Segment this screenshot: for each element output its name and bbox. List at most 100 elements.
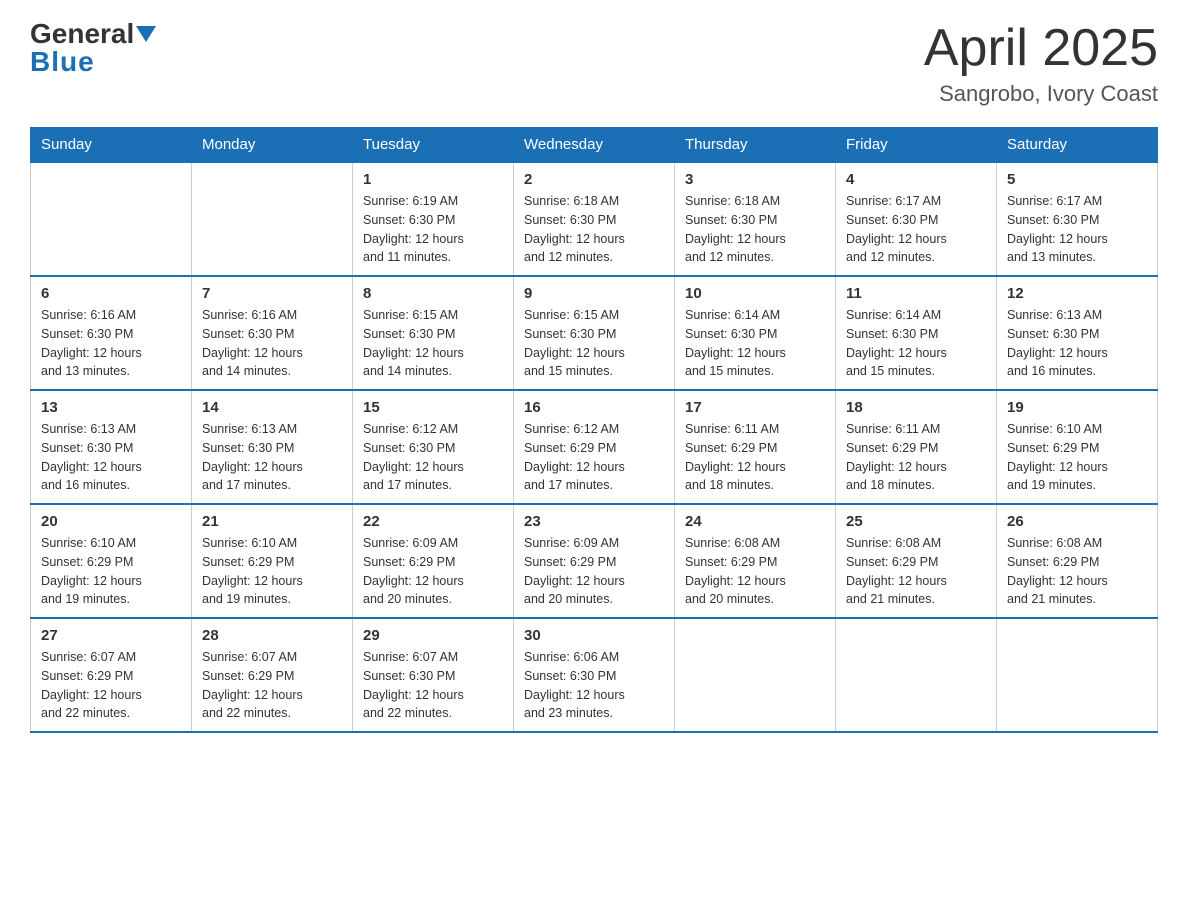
calendar-week-3: 13 Sunrise: 6:13 AM Sunset: 6:30 PM Dayli… — [31, 390, 1158, 504]
day-number: 23 — [524, 513, 664, 530]
day-number: 11 — [846, 285, 986, 302]
month-title: April 2025 — [924, 20, 1158, 77]
column-header-saturday: Saturday — [997, 128, 1158, 163]
day-info: Sunrise: 6:16 AM Sunset: 6:30 PM Dayligh… — [41, 306, 181, 381]
calendar-header: SundayMondayTuesdayWednesdayThursdayFrid… — [31, 128, 1158, 163]
calendar-cell: 8Sunrise: 6:15 AM Sunset: 6:30 PM Daylig… — [353, 276, 514, 390]
day-info: Sunrise: 6:07 AM Sunset: 6:29 PM Dayligh… — [41, 648, 181, 723]
day-info: Sunrise: 6:10 AM Sunset: 6:29 PM Dayligh… — [41, 534, 181, 609]
day-number: 27 — [41, 627, 181, 644]
day-info: Sunrise: 6:13 AM Sunset: 6:30 PM Dayligh… — [202, 420, 342, 495]
day-info: Sunrise: 6:17 AM Sunset: 6:30 PM Dayligh… — [1007, 192, 1147, 267]
day-number: 19 — [1007, 399, 1147, 416]
calendar-table: SundayMondayTuesdayWednesdayThursdayFrid… — [30, 127, 1158, 733]
day-info: Sunrise: 6:06 AM Sunset: 6:30 PM Dayligh… — [524, 648, 664, 723]
calendar-cell: 18Sunrise: 6:11 AM Sunset: 6:29 PM Dayli… — [836, 390, 997, 504]
calendar-cell: 20 Sunrise: 6:10 AM Sunset: 6:29 PM Dayli… — [31, 504, 192, 618]
day-info: Sunrise: 6:10 AM Sunset: 6:29 PM Dayligh… — [202, 534, 342, 609]
calendar-cell — [31, 162, 192, 276]
day-number: 10 — [685, 285, 825, 302]
calendar-week-4: 20 Sunrise: 6:10 AM Sunset: 6:29 PM Dayli… — [31, 504, 1158, 618]
calendar-cell: 15 Sunrise: 6:12 AM Sunset: 6:30 PM Dayli… — [353, 390, 514, 504]
calendar-cell: 2 Sunrise: 6:18 AM Sunset: 6:30 PM Daylig… — [514, 162, 675, 276]
day-info: Sunrise: 6:08 AM Sunset: 6:29 PM Dayligh… — [1007, 534, 1147, 609]
day-number: 29 — [363, 627, 503, 644]
day-number: 25 — [846, 513, 986, 530]
day-number: 15 — [363, 399, 503, 416]
calendar-cell: 19 Sunrise: 6:10 AM Sunset: 6:29 PM Dayli… — [997, 390, 1158, 504]
calendar-cell: 6 Sunrise: 6:16 AM Sunset: 6:30 PM Daylig… — [31, 276, 192, 390]
day-number: 4 — [846, 171, 986, 188]
day-number: 3 — [685, 171, 825, 188]
calendar-cell: 9Sunrise: 6:15 AM Sunset: 6:30 PM Daylig… — [514, 276, 675, 390]
column-header-thursday: Thursday — [675, 128, 836, 163]
calendar-cell: 30Sunrise: 6:06 AM Sunset: 6:30 PM Dayli… — [514, 618, 675, 732]
day-number: 13 — [41, 399, 181, 416]
calendar-cell: 10 Sunrise: 6:14 AM Sunset: 6:30 PM Dayli… — [675, 276, 836, 390]
day-info: Sunrise: 6:18 AM Sunset: 6:30 PM Dayligh… — [524, 192, 664, 267]
day-info: Sunrise: 6:13 AM Sunset: 6:30 PM Dayligh… — [41, 420, 181, 495]
day-info: Sunrise: 6:07 AM Sunset: 6:30 PM Dayligh… — [363, 648, 503, 723]
column-header-monday: Monday — [192, 128, 353, 163]
calendar-cell — [997, 618, 1158, 732]
calendar-cell: 25 Sunrise: 6:08 AM Sunset: 6:29 PM Dayli… — [836, 504, 997, 618]
day-info: Sunrise: 6:12 AM Sunset: 6:30 PM Dayligh… — [363, 420, 503, 495]
calendar-body: 1 Sunrise: 6:19 AM Sunset: 6:30 PM Daylig… — [31, 162, 1158, 732]
day-info: Sunrise: 6:13 AM Sunset: 6:30 PM Dayligh… — [1007, 306, 1147, 381]
day-number: 12 — [1007, 285, 1147, 302]
day-number: 7 — [202, 285, 342, 302]
calendar-cell: 26 Sunrise: 6:08 AM Sunset: 6:29 PM Dayli… — [997, 504, 1158, 618]
day-number: 16 — [524, 399, 664, 416]
day-info: Sunrise: 6:11 AM Sunset: 6:29 PM Dayligh… — [685, 420, 825, 495]
calendar-cell: 21 Sunrise: 6:10 AM Sunset: 6:29 PM Dayli… — [192, 504, 353, 618]
column-header-sunday: Sunday — [31, 128, 192, 163]
day-number: 2 — [524, 171, 664, 188]
logo-triangle-icon — [136, 26, 156, 42]
calendar-week-5: 27 Sunrise: 6:07 AM Sunset: 6:29 PM Dayli… — [31, 618, 1158, 732]
calendar-cell: 12 Sunrise: 6:13 AM Sunset: 6:30 PM Dayli… — [997, 276, 1158, 390]
column-header-friday: Friday — [836, 128, 997, 163]
title-section: April 2025 Sangrobo, Ivory Coast — [924, 20, 1158, 107]
day-info: Sunrise: 6:18 AM Sunset: 6:30 PM Dayligh… — [685, 192, 825, 267]
calendar-cell: 7 Sunrise: 6:16 AM Sunset: 6:30 PM Daylig… — [192, 276, 353, 390]
logo-general: General — [30, 20, 134, 48]
calendar-cell: 3 Sunrise: 6:18 AM Sunset: 6:30 PM Daylig… — [675, 162, 836, 276]
column-header-tuesday: Tuesday — [353, 128, 514, 163]
day-info: Sunrise: 6:15 AM Sunset: 6:30 PM Dayligh… — [363, 306, 503, 381]
location: Sangrobo, Ivory Coast — [924, 81, 1158, 107]
day-number: 28 — [202, 627, 342, 644]
day-number: 24 — [685, 513, 825, 530]
day-info: Sunrise: 6:17 AM Sunset: 6:30 PM Dayligh… — [846, 192, 986, 267]
day-number: 1 — [363, 171, 503, 188]
day-info: Sunrise: 6:16 AM Sunset: 6:30 PM Dayligh… — [202, 306, 342, 381]
day-number: 17 — [685, 399, 825, 416]
day-info: Sunrise: 6:10 AM Sunset: 6:29 PM Dayligh… — [1007, 420, 1147, 495]
calendar-cell: 4 Sunrise: 6:17 AM Sunset: 6:30 PM Daylig… — [836, 162, 997, 276]
calendar-cell: 29 Sunrise: 6:07 AM Sunset: 6:30 PM Dayli… — [353, 618, 514, 732]
day-number: 9 — [524, 285, 664, 302]
calendar-cell: 1 Sunrise: 6:19 AM Sunset: 6:30 PM Daylig… — [353, 162, 514, 276]
day-info: Sunrise: 6:09 AM Sunset: 6:29 PM Dayligh… — [363, 534, 503, 609]
logo-text: General — [30, 20, 156, 48]
day-info: Sunrise: 6:08 AM Sunset: 6:29 PM Dayligh… — [846, 534, 986, 609]
calendar-cell: 17 Sunrise: 6:11 AM Sunset: 6:29 PM Dayli… — [675, 390, 836, 504]
calendar-cell: 16 Sunrise: 6:12 AM Sunset: 6:29 PM Dayli… — [514, 390, 675, 504]
day-info: Sunrise: 6:19 AM Sunset: 6:30 PM Dayligh… — [363, 192, 503, 267]
page-header: General Blue April 2025 Sangrobo, Ivory … — [30, 20, 1158, 107]
day-number: 26 — [1007, 513, 1147, 530]
day-number: 6 — [41, 285, 181, 302]
day-number: 21 — [202, 513, 342, 530]
calendar-cell: 11Sunrise: 6:14 AM Sunset: 6:30 PM Dayli… — [836, 276, 997, 390]
calendar-cell — [192, 162, 353, 276]
logo: General Blue — [30, 20, 156, 78]
day-number: 22 — [363, 513, 503, 530]
calendar-cell: 27 Sunrise: 6:07 AM Sunset: 6:29 PM Dayli… — [31, 618, 192, 732]
calendar-week-2: 6 Sunrise: 6:16 AM Sunset: 6:30 PM Daylig… — [31, 276, 1158, 390]
day-info: Sunrise: 6:08 AM Sunset: 6:29 PM Dayligh… — [685, 534, 825, 609]
calendar-cell — [836, 618, 997, 732]
day-number: 20 — [41, 513, 181, 530]
day-info: Sunrise: 6:09 AM Sunset: 6:29 PM Dayligh… — [524, 534, 664, 609]
day-info: Sunrise: 6:14 AM Sunset: 6:30 PM Dayligh… — [685, 306, 825, 381]
calendar-week-1: 1 Sunrise: 6:19 AM Sunset: 6:30 PM Daylig… — [31, 162, 1158, 276]
day-info: Sunrise: 6:12 AM Sunset: 6:29 PM Dayligh… — [524, 420, 664, 495]
